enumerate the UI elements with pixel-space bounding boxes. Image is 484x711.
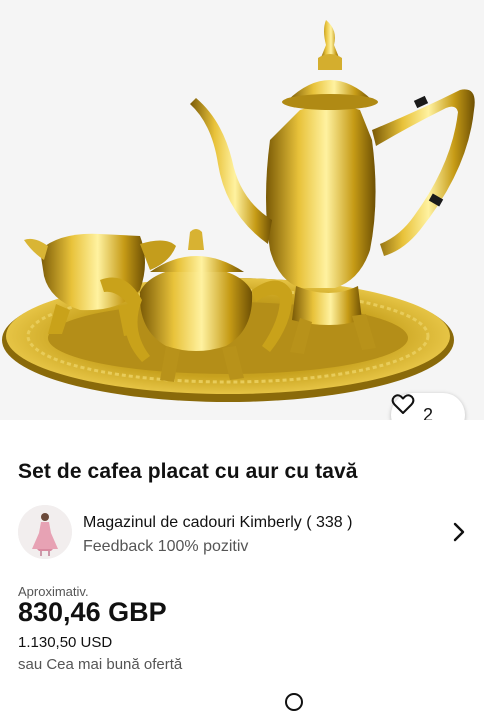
- best-offer-text: sau Cea mai bună ofertă: [18, 656, 183, 673]
- chevron-right-icon[interactable]: [452, 521, 466, 543]
- watch-count: 2: [422, 404, 433, 421]
- gold-coffee-set-image: [2, 20, 475, 402]
- seller-name[interactable]: Magazinul de cadouri Kimberly ( 338 ): [83, 514, 352, 532]
- price: 830,46 GBP: [18, 597, 167, 627]
- watch-button[interactable]: 2: [391, 393, 465, 420]
- seller-avatar-image: [18, 505, 72, 559]
- listing-title: Set de cafea placat cu aur cu tavă: [18, 460, 358, 483]
- seller-avatar[interactable]: [18, 505, 72, 559]
- heart-icon: [391, 394, 415, 414]
- partial-icon: [285, 693, 303, 711]
- product-image[interactable]: 2: [0, 0, 484, 420]
- seller-info[interactable]: Magazinul de cadouri Kimberly ( 338 ) Fe…: [18, 505, 474, 561]
- price-usd: 1.130,50 USD: [18, 634, 113, 651]
- seller-feedback: Feedback 100% pozitiv: [83, 538, 249, 555]
